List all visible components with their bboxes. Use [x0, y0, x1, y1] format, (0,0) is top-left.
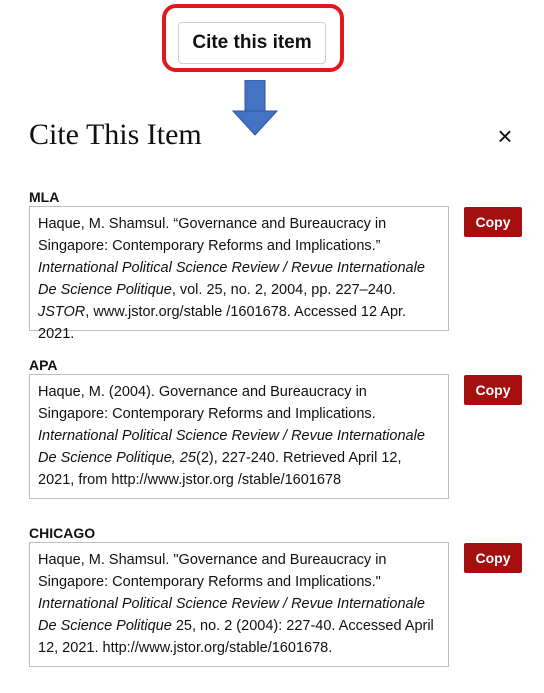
dialog-title: Cite This Item: [29, 118, 202, 151]
down-arrow-icon: [232, 80, 278, 136]
citation-label-mla: MLA: [29, 189, 60, 205]
citation-text-mla[interactable]: Haque, M. Shamsul. “Governance and Burea…: [29, 206, 449, 342]
citation-text-apa[interactable]: Haque, M. (2004). Governance and Bureauc…: [29, 374, 449, 499]
citation-label-chicago: CHICAGO: [29, 525, 96, 541]
copy-button-mla[interactable]: Copy: [464, 207, 522, 237]
citation-text-chicago[interactable]: Haque, M. Shamsul. "Governance and Burea…: [29, 542, 449, 667]
cite-this-item-button[interactable]: Cite this item: [178, 22, 326, 64]
copy-button-apa[interactable]: Copy: [464, 375, 522, 405]
source-name: JSTOR: [38, 304, 86, 320]
citation-text: Haque, M. (2004). Governance and Bureauc…: [38, 384, 376, 422]
citation-label-apa: APA: [29, 357, 58, 373]
close-icon[interactable]: ×: [493, 123, 517, 149]
citation-text: Haque, M. Shamsul. “Governance and Burea…: [38, 216, 387, 254]
citation-text: Haque, M. Shamsul. "Governance and Burea…: [38, 552, 387, 590]
citation-text: , www.jstor.org/stable /1601678. Accesse…: [38, 304, 407, 342]
citation-text: , vol. 25, no. 2, 2004, pp. 227–240.: [171, 282, 396, 298]
copy-button-chicago[interactable]: Copy: [464, 543, 522, 573]
